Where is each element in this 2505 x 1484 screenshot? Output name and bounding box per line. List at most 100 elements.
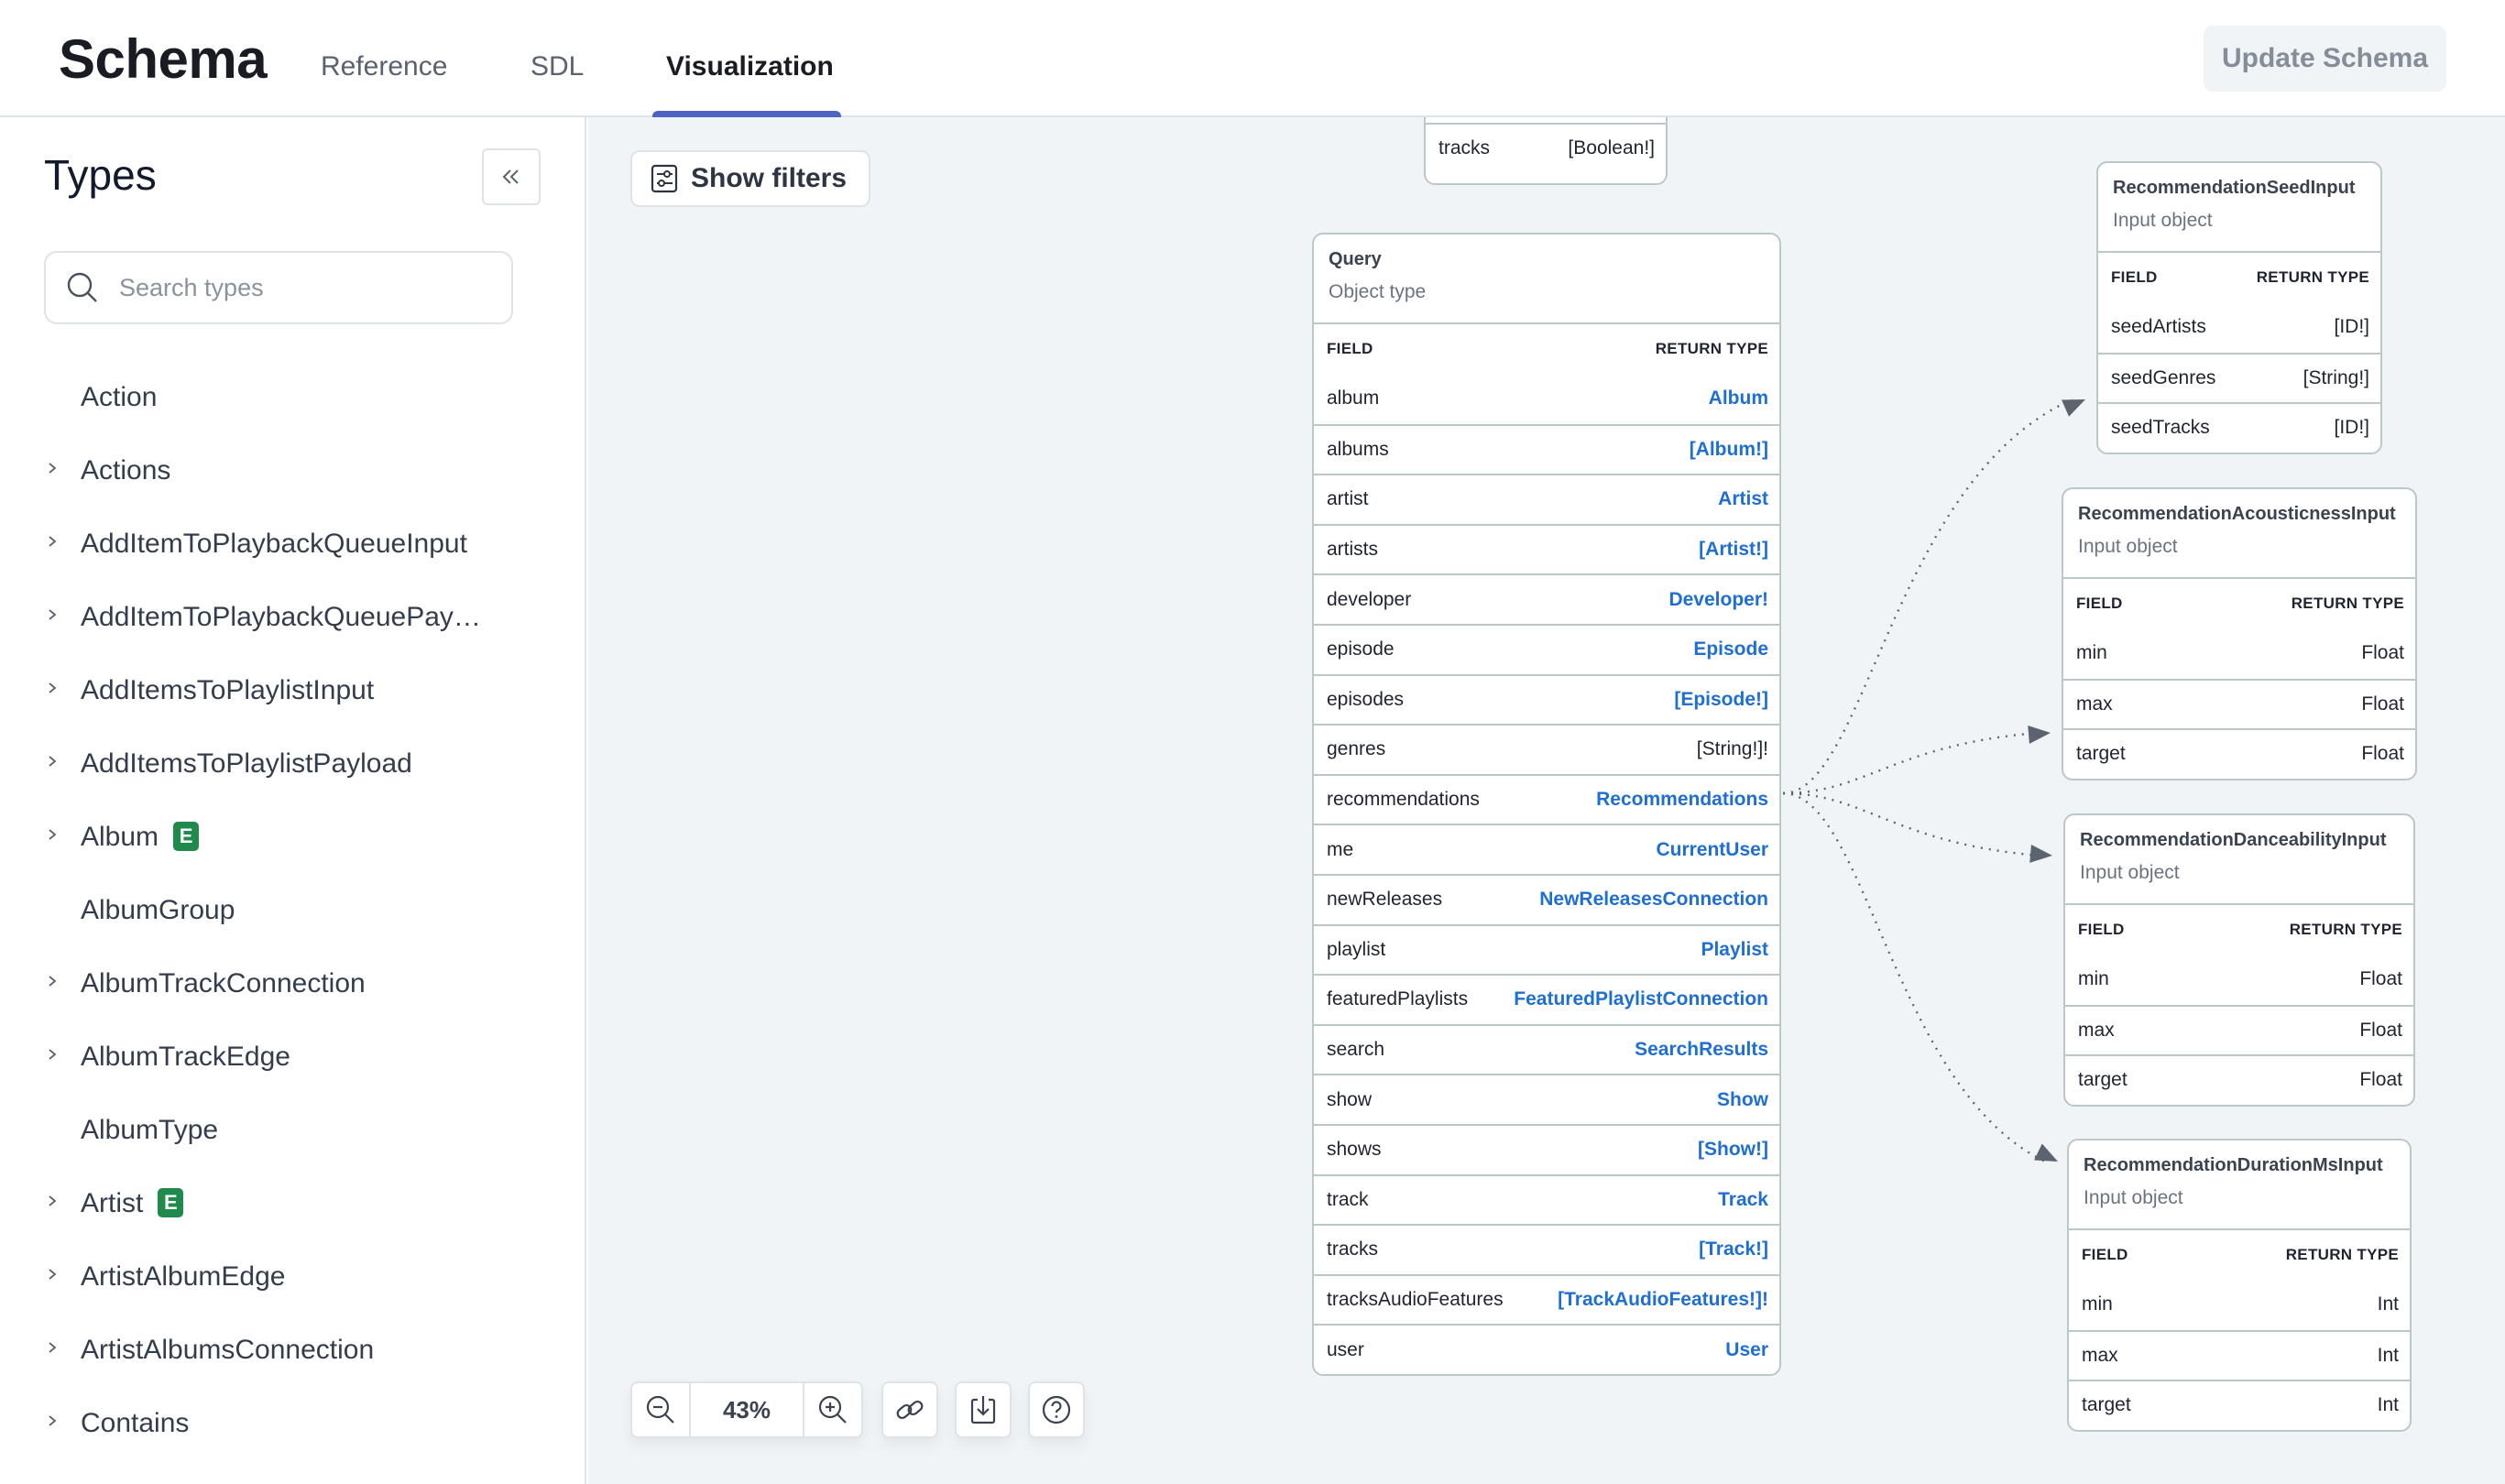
field-return-type[interactable]: [Show!] (1698, 1139, 1768, 1161)
field-name: target (2078, 1069, 2128, 1091)
sidebar-type-item[interactable]: Artist E (0, 1167, 585, 1240)
column-return-type-header: RETURN TYPE (2291, 595, 2404, 612)
field-row: albums [Album!] (1314, 423, 1779, 475)
double-chevron-left-icon (502, 169, 519, 184)
collapse-sidebar-button[interactable] (482, 148, 541, 205)
chevron-right-icon[interactable] (46, 605, 64, 627)
field-return-type[interactable]: Album (1709, 387, 1768, 409)
show-filters-button[interactable]: Show filters (630, 150, 870, 207)
copy-link-button[interactable] (881, 1381, 938, 1438)
field-return-type[interactable]: [TrackAudioFeatures!]! (1558, 1289, 1768, 1311)
input-type-card[interactable]: RecommendationSeedInput Input object FIELD… (2096, 161, 2382, 454)
field-row: target Float (2065, 1054, 2413, 1105)
sidebar-type-item[interactable]: AddItemToPlaybackQueueInput (0, 507, 585, 581)
chevron-right-icon[interactable] (46, 971, 64, 993)
zoom-controls: 43% (630, 1381, 863, 1438)
field-row: artist Artist (1314, 474, 1779, 524)
types-sidebar: Types Action Actions AddItemToPlaybackQueu… (0, 117, 586, 1484)
field-row: genres [String!]! (1314, 724, 1779, 774)
card-header: RecommendationDurationMsInput Input objec… (2069, 1140, 2410, 1230)
search-types-field[interactable] (44, 251, 513, 324)
input-type-card[interactable]: RecommendationAcousticnessInput Input obj… (2062, 487, 2417, 780)
field-return-type[interactable]: NewReleasesConnection (1539, 889, 1768, 911)
sidebar-title: Types (44, 151, 157, 199)
column-return-type-header: RETURN TYPE (1655, 340, 1768, 357)
field-return-type[interactable]: User (1725, 1339, 1768, 1361)
card-type-name: Query (1329, 249, 1382, 269)
chevron-right-icon[interactable] (46, 824, 64, 846)
field-return-type[interactable]: Developer! (1668, 589, 1768, 611)
column-headers: FIELD RETURN TYPE (2069, 1230, 2410, 1280)
sidebar-type-item[interactable]: ArtistAlbumsConnection (0, 1314, 585, 1387)
search-types-input[interactable] (119, 273, 467, 302)
field-name: max (2076, 693, 2113, 715)
sidebar-type-item[interactable]: Contains (0, 1387, 585, 1460)
field-return-type[interactable]: Artist (1718, 488, 1768, 510)
field-return-type[interactable]: Track (1718, 1189, 1768, 1211)
chevron-right-icon[interactable] (46, 1411, 64, 1433)
chevron-right-icon[interactable] (46, 751, 64, 773)
field-row: shows [Show!] (1314, 1123, 1779, 1174)
field-name: featuredPlaylists (1327, 988, 1469, 1010)
column-field-header: FIELD (2076, 595, 2123, 612)
sidebar-type-item[interactable]: AddItemToPlaybackQueuePay… (0, 581, 585, 654)
field-row: episode Episode (1314, 623, 1779, 674)
sidebar-type-item[interactable]: AddItemsToPlaylistInput (0, 654, 585, 727)
field-name: album (1327, 387, 1380, 409)
help-button[interactable] (1028, 1381, 1085, 1438)
tab-sdl[interactable]: SDL (531, 51, 584, 82)
field-name: seedArtists (2111, 316, 2206, 338)
tab-reference[interactable]: Reference (321, 51, 447, 82)
sidebar-type-item[interactable]: AlbumTrackEdge (0, 1020, 585, 1094)
field-return-type[interactable]: FeaturedPlaylistConnection (1514, 988, 1768, 1010)
sidebar-type-item[interactable]: Action (0, 361, 585, 434)
partial-type-card[interactable]: shows [Boolean!] tracks [Boolean!] (1424, 117, 1668, 185)
card-type-kind: Input object (2084, 1187, 2183, 1208)
update-schema-button[interactable]: Update Schema (2204, 26, 2446, 92)
chevron-right-icon[interactable] (46, 678, 64, 700)
field-return-type[interactable]: Recommendations (1596, 789, 1768, 811)
sidebar-type-item[interactable]: AlbumType (0, 1094, 585, 1167)
sidebar-type-item[interactable]: Album E (0, 801, 585, 874)
sidebar-type-item[interactable]: AlbumGroup (0, 874, 585, 947)
chevron-right-icon[interactable] (46, 1337, 64, 1359)
chevron-right-icon[interactable] (46, 458, 64, 480)
tab-visualization[interactable]: Visualization (666, 51, 834, 82)
field-name: shows (1327, 1139, 1382, 1161)
query-type-card[interactable]: Query Object type FIELD RETURN TYPE albu… (1312, 233, 1781, 1376)
sidebar-type-item[interactable]: AlbumTrackConnection (0, 947, 585, 1020)
sidebar-type-item[interactable]: Actions (0, 434, 585, 507)
visualization-canvas[interactable]: Show filters shows [Boolean!] tracks [Bo… (588, 117, 2505, 1484)
field-return-type[interactable]: [Album!] (1690, 439, 1768, 461)
chevron-right-icon[interactable] (46, 1264, 64, 1286)
download-button[interactable] (955, 1381, 1012, 1438)
field-return-type[interactable]: CurrentUser (1656, 839, 1768, 861)
column-headers: FIELD RETURN TYPE (1314, 324, 1779, 374)
input-type-card[interactable]: RecommendationDurationMsInput Input objec… (2067, 1139, 2412, 1432)
zoom-out-button[interactable] (632, 1383, 689, 1436)
zoom-in-button[interactable] (804, 1383, 861, 1436)
chevron-right-icon[interactable] (46, 1191, 64, 1213)
field-name: artists (1327, 539, 1379, 561)
app-title: Schema (59, 28, 268, 90)
input-type-card[interactable]: RecommendationDanceabilityInput Input obj… (2063, 813, 2415, 1107)
field-return-type[interactable]: [Track!] (1699, 1238, 1768, 1260)
card-header: RecommendationSeedInput Input object (2098, 163, 2380, 253)
field-row: show Show (1314, 1074, 1779, 1124)
field-return-type[interactable]: SearchResults (1635, 1039, 1768, 1061)
chevron-right-icon[interactable] (46, 531, 64, 553)
field-return-type[interactable]: Episode (1693, 638, 1768, 660)
sidebar-type-item[interactable]: AddItemsToPlaylistPayload (0, 727, 585, 801)
sidebar-type-item[interactable]: ArtistAlbumEdge (0, 1240, 585, 1314)
field-row: min Float (2063, 628, 2415, 679)
type-name: AddItemToPlaybackQueuePay… (81, 602, 481, 632)
field-return-type[interactable]: [Artist!] (1699, 539, 1768, 561)
field-return-type[interactable]: Playlist (1701, 939, 1768, 961)
field-return-type[interactable]: Show (1717, 1089, 1768, 1111)
field-row: tracks [Boolean!] (1426, 123, 1666, 172)
chevron-right-icon[interactable] (46, 1044, 64, 1066)
field-row: max Float (2063, 678, 2415, 729)
field-return-type: [String!]! (1696, 738, 1768, 760)
card-header: RecommendationDanceabilityInput Input obj… (2065, 815, 2413, 905)
field-return-type[interactable]: [Episode!] (1674, 689, 1768, 711)
